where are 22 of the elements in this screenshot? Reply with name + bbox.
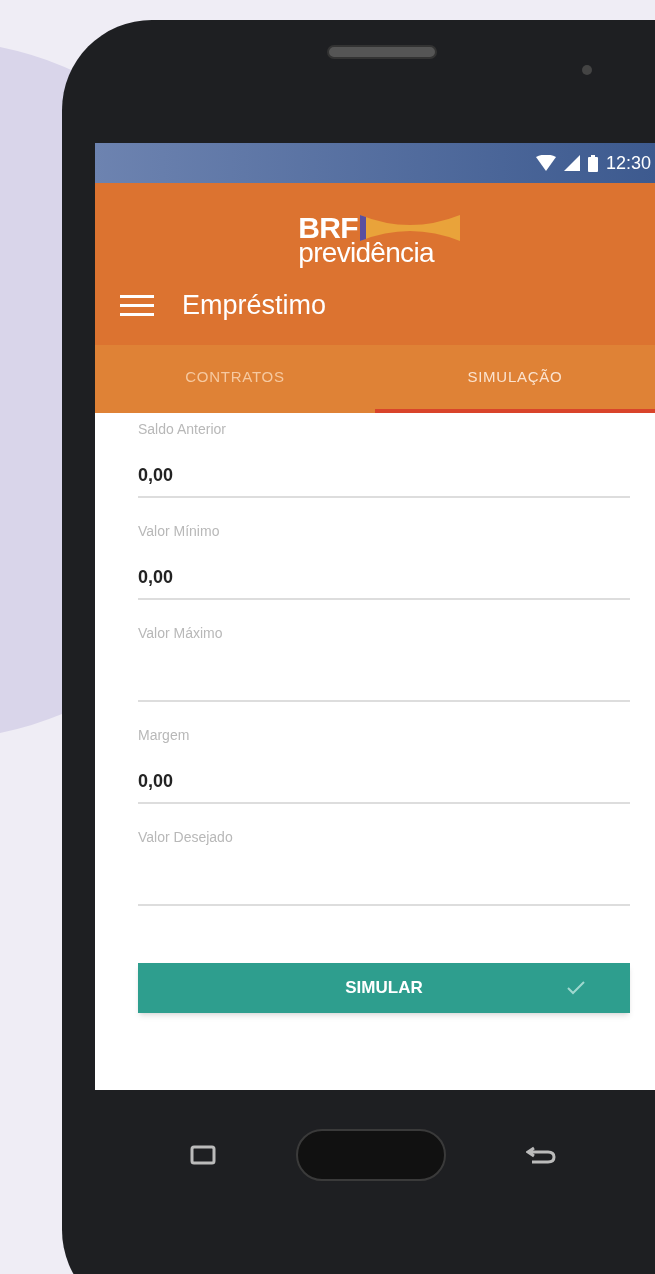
field-label: Valor Mínimo <box>138 522 221 541</box>
input-field[interactable]: 0,00 <box>138 454 630 498</box>
back-icon[interactable] <box>526 1145 556 1165</box>
status-time: 12:30 <box>605 151 651 175</box>
logo-arc-icon <box>359 215 460 242</box>
field-label: Margem <box>138 726 191 745</box>
wifi-icon <box>535 155 556 171</box>
input-field[interactable]: 0,00 <box>138 556 630 600</box>
recent-apps-icon[interactable] <box>190 1145 216 1165</box>
phone-speaker-icon <box>327 45 437 59</box>
logo-text: BRF <box>298 215 358 241</box>
home-button[interactable] <box>296 1129 446 1181</box>
menu-icon[interactable] <box>120 293 154 317</box>
check-icon <box>567 981 585 995</box>
app-bar-title: Empréstimo <box>182 288 327 322</box>
battery-icon <box>587 154 598 172</box>
phone-camera-icon <box>582 65 592 75</box>
input-field[interactable]: 0,00 <box>138 760 630 804</box>
field-label: Valor Desejado <box>138 828 234 847</box>
field-label: Saldo Anterior <box>138 420 227 439</box>
signal-icon <box>563 155 580 171</box>
field-label: Valor Máximo <box>138 624 224 643</box>
